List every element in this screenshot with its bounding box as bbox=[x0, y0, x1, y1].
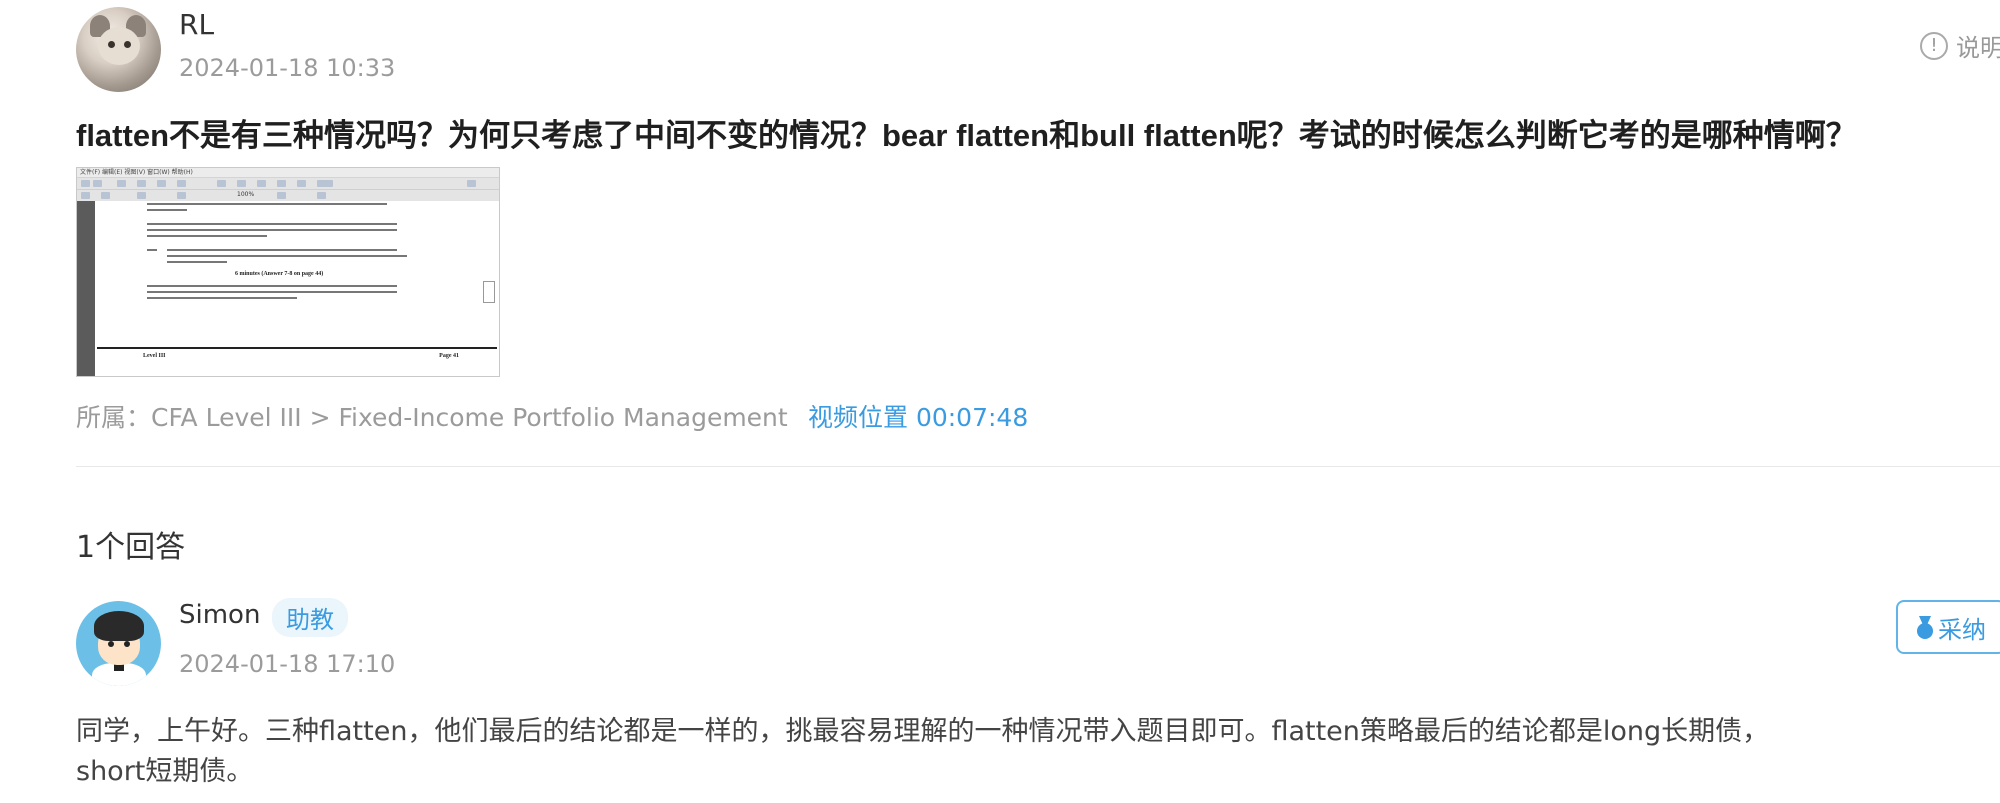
question-author-avatar[interactable] bbox=[76, 7, 161, 92]
divider bbox=[76, 466, 2000, 467]
explain-label: 说明 bbox=[1956, 34, 2000, 62]
avatar-eye bbox=[124, 41, 131, 48]
thumb-toolbar bbox=[77, 178, 499, 190]
question-author-name[interactable]: RL bbox=[179, 8, 214, 41]
info-icon: ! bbox=[1920, 31, 1948, 60]
thumb-menubar: 文件(F) 编辑(E) 视图(V) 窗口(W) 帮助(H) bbox=[77, 168, 499, 178]
avatar-eye bbox=[124, 641, 130, 647]
answer-text: 同学，上午好。三种flatten，他们最后的结论都是一样的，挑最容易理解的一种情… bbox=[76, 716, 1770, 787]
adopt-answer-button[interactable]: 采纳 bbox=[1896, 600, 2000, 654]
avatar-hair bbox=[94, 611, 144, 641]
thumb-zoom: 100% bbox=[237, 191, 255, 198]
thumb-page: 6 minutes (Answer 7-8 on page 44) Level … bbox=[95, 201, 499, 376]
avatar-face bbox=[98, 27, 140, 65]
adopt-label: 采纳 bbox=[1938, 615, 1986, 644]
answer-author-avatar[interactable] bbox=[76, 601, 161, 686]
answers-count: 1个回答 bbox=[76, 530, 186, 565]
thumb-footer-right: Page 41 bbox=[439, 353, 459, 359]
answer-author-name[interactable]: Simon bbox=[179, 600, 260, 630]
question-attachment-image[interactable]: 文件(F) 编辑(E) 视图(V) 窗口(W) 帮助(H) 100% 6 min… bbox=[76, 167, 500, 377]
thumb-footer-left: Level III bbox=[143, 353, 166, 359]
thumb-sidebar bbox=[77, 201, 95, 376]
thumb-page-heading: 6 minutes (Answer 7-8 on page 44) bbox=[235, 271, 324, 277]
teaching-assistant-badge: 助教 bbox=[272, 598, 348, 637]
medal-icon bbox=[1916, 616, 1934, 639]
video-position-link[interactable]: 视频位置 00:07:48 bbox=[808, 398, 1028, 434]
avatar-eye bbox=[108, 41, 115, 48]
question-category[interactable]: 所属：CFA Level III > Fixed-Income Portfoli… bbox=[76, 398, 788, 434]
question-title: flatten不是有三种情况吗？为何只考虑了中间不变的情况？bear flatt… bbox=[76, 118, 1857, 153]
answer-date: 2024-01-18 17:10 bbox=[179, 650, 396, 678]
question-date: 2024-01-18 10:33 bbox=[179, 54, 396, 82]
explain-link[interactable]: ! 说明 bbox=[1920, 28, 2000, 63]
avatar-eye bbox=[108, 641, 114, 647]
